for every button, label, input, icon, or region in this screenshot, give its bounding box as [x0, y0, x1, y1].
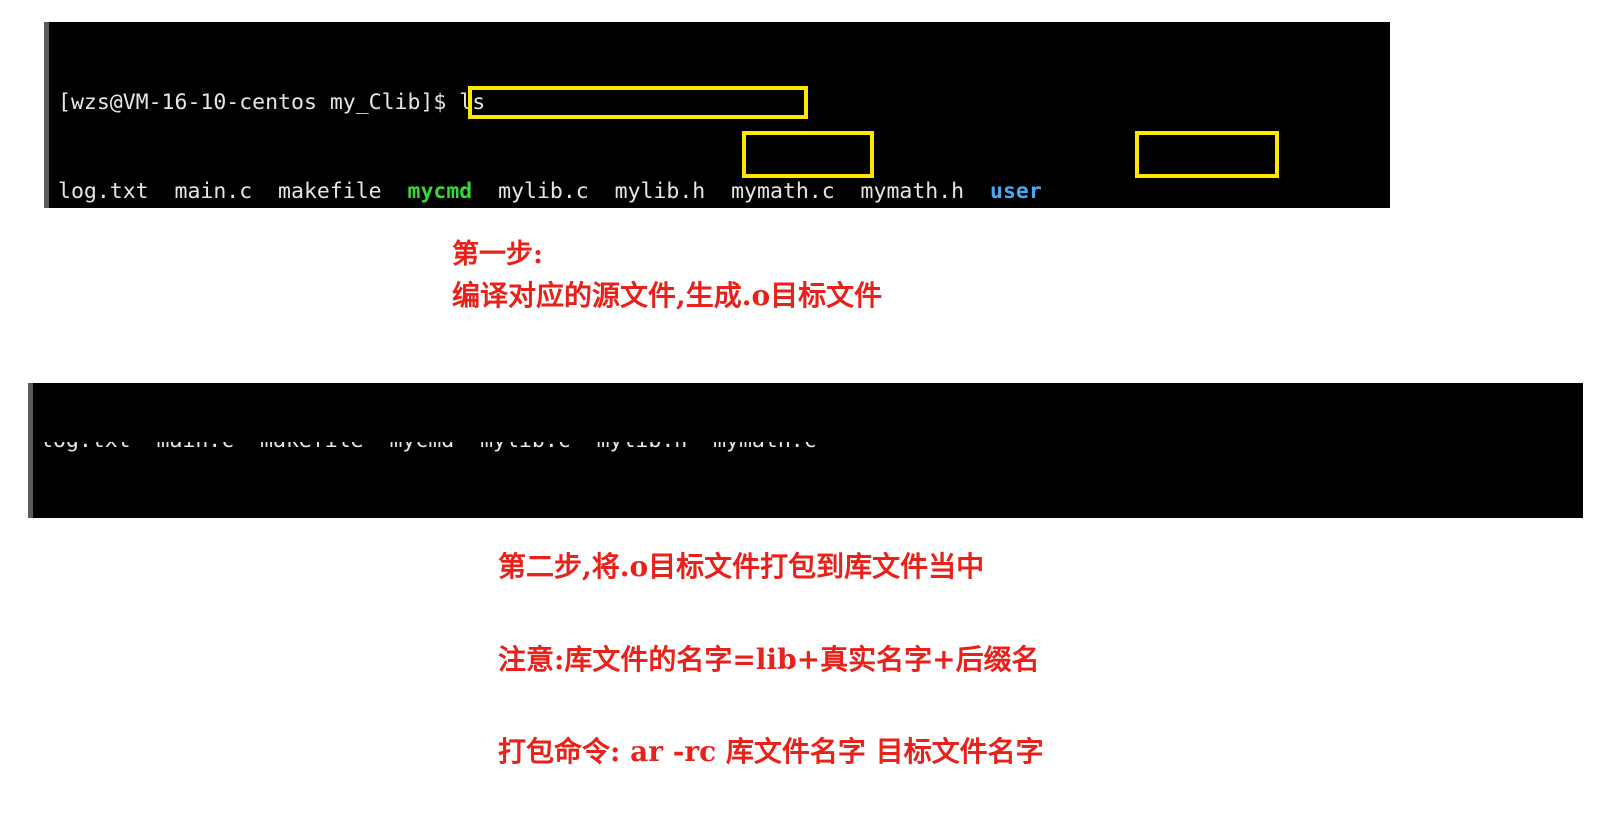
terminal-1-line-2: log.txt main.c makefile mycmd mylib.c my… [58, 177, 1390, 207]
terminal-1-output: [wzs@VM-16-10-centos my_Clib]$ ls log.tx… [58, 22, 1390, 208]
terminal-window-1[interactable]: [wzs@VM-16-10-centos my_Clib]$ ls log.tx… [44, 22, 1390, 208]
terminal-window-2[interactable]: log.txt main.c makefile mycmd mylib.c my… [28, 383, 1583, 518]
command-ar-archive: ar -rc libmyc.a mymath.o mylib.o [441, 517, 855, 518]
directory-user: user [990, 178, 1042, 204]
shell-prompt: [wzs@VM-16-10-centos my_Clib]$ [58, 90, 460, 115]
shell-prompt: [wzs@VM-16-10-centos my_Clib]$ [40, 517, 441, 518]
annotation-note: 注意:库文件的名字=lib+真实名字+后缀名 [498, 643, 1040, 676]
command-ls: ls [459, 90, 486, 115]
clipped-file-list: log.txt main.c makefile mycmd mylib.c my… [40, 442, 817, 453]
terminal-2-line-1: [wzs@VM-16-10-centos my_Clib]$ ar -rc li… [40, 515, 1583, 518]
file-list-part-b: mylib.c mylib.h mymath.c mymath.h [472, 178, 990, 204]
annotation-step1-description: 编译对应的源文件,生成.o目标文件 [452, 279, 883, 312]
terminal-1-left-edge [44, 22, 49, 208]
executable-mycmd: mycmd [407, 178, 473, 204]
annotation-step1-title: 第一步: [452, 239, 543, 270]
terminal-2-clipped-line: log.txt main.c makefile mycmd mylib.c my… [40, 442, 1583, 456]
terminal-2-left-edge [28, 383, 33, 518]
terminal-1-line-1: [wzs@VM-16-10-centos my_Clib]$ ls [58, 88, 1390, 118]
file-list-part-a: log.txt main.c makefile [58, 178, 408, 204]
annotation-pack-command: 打包命令: ar -rc 库文件名字 目标文件名字 [498, 735, 1044, 768]
terminal-2-output: log.txt main.c makefile mycmd mylib.c my… [40, 383, 1583, 518]
annotation-step2: 第二步,将.o目标文件打包到库文件当中 [498, 550, 985, 583]
